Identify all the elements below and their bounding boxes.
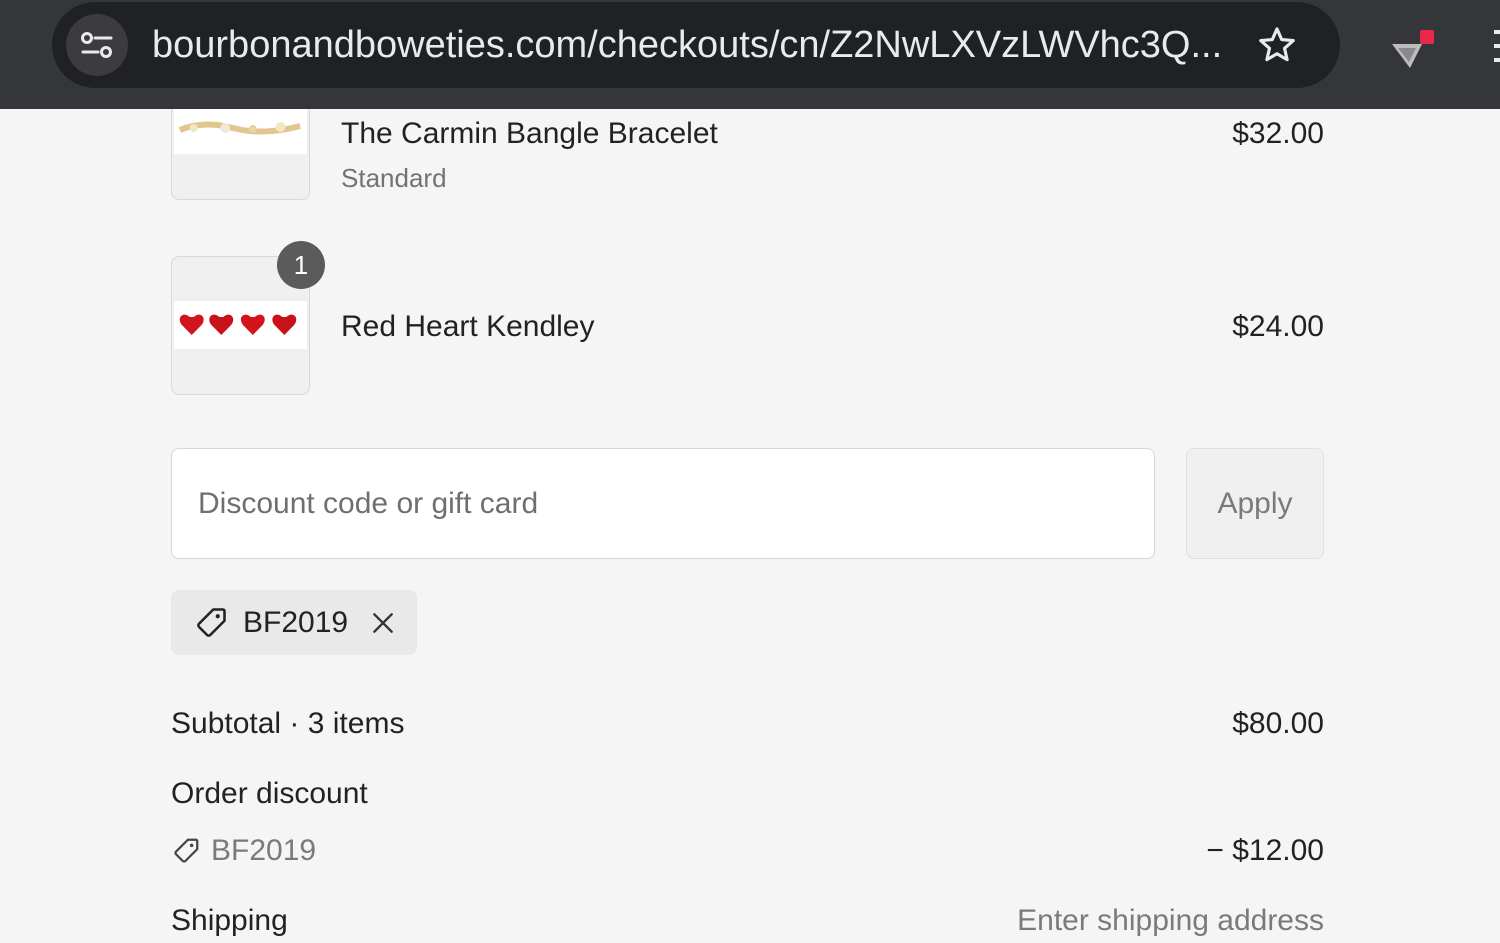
tune-icon (81, 32, 113, 58)
tag-icon (197, 607, 226, 637)
item-name: Red Heart Kendley (341, 310, 595, 343)
cart-item: The Carmin Bangle Bracelet Standard $32.… (171, 109, 1324, 225)
subtotal-label: Subtotal · 3 items (171, 707, 405, 740)
applied-discount-chip: BF2019 (171, 590, 417, 655)
discount-code-input[interactable] (171, 448, 1155, 559)
shipping-label: Shipping (171, 904, 288, 937)
subtotal-value: $80.00 (1232, 707, 1324, 740)
browser-toolbar: bourbonandboweties.com/checkouts/cn/Z2Nw… (0, 0, 1500, 109)
bracelet-image (174, 109, 307, 154)
applied-code-text: BF2019 (243, 605, 349, 639)
item-price: $24.00 (1232, 310, 1324, 343)
quantity-badge: 1 (277, 241, 325, 289)
discount-amount: − $12.00 (1206, 834, 1324, 867)
order-discount-label: Order discount (171, 777, 368, 810)
site-info-button[interactable] (66, 14, 128, 76)
extension-icon[interactable] (1388, 24, 1440, 72)
url-text[interactable]: bourbonandboweties.com/checkouts/cn/Z2Nw… (152, 22, 1222, 68)
item-variant: Standard (341, 163, 447, 193)
discount-code-text: BF2019 (211, 834, 317, 867)
apply-discount-button[interactable]: Apply (1186, 448, 1324, 559)
product-thumbnail (171, 109, 310, 200)
remove-discount-icon[interactable] (368, 608, 398, 638)
browser-menu-icon[interactable] (1488, 24, 1500, 68)
checkout-order-summary: The Carmin Bangle Bracelet Standard $32.… (0, 109, 1500, 943)
discount-code-row: BF2019 (171, 834, 316, 868)
red-heart-image (174, 301, 307, 349)
product-thumbnail: 1 (171, 241, 325, 395)
cart-item: 1 Red Heart Kendley $24.00 (171, 241, 1324, 396)
tag-icon (174, 838, 199, 863)
item-price: $32.00 (1232, 117, 1324, 150)
item-name: The Carmin Bangle Bracelet (341, 117, 718, 150)
star-icon[interactable] (1254, 22, 1300, 68)
shipping-value: Enter shipping address (1017, 904, 1324, 937)
